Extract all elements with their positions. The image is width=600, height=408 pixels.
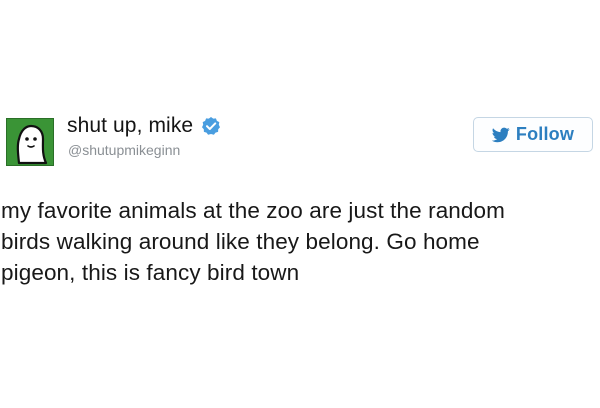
display-name[interactable]: shut up, mike — [67, 114, 221, 138]
tweet-card: shut up, mike @shutupmikeginn Follow my … — [0, 0, 600, 408]
cartoon-ghost-avatar-icon — [6, 118, 54, 166]
follow-button-label: Follow — [515, 124, 575, 144]
twitter-bird-icon — [491, 127, 510, 143]
verified-badge-icon — [201, 116, 221, 136]
display-name-text: shut up, mike — [67, 114, 194, 137]
tweet-text: my favorite animals at the zoo are just … — [1, 195, 591, 288]
user-handle[interactable]: @shutupmikeginn — [68, 142, 180, 158]
tweet-text-line: birds walking around like they belong. G… — [1, 229, 480, 254]
follow-button[interactable]: Follow — [473, 117, 593, 152]
tweet-text-line: pigeon, this is fancy bird town — [1, 260, 300, 285]
tweet-text-line: my favorite animals at the zoo are just … — [1, 198, 505, 223]
avatar[interactable] — [6, 118, 54, 166]
